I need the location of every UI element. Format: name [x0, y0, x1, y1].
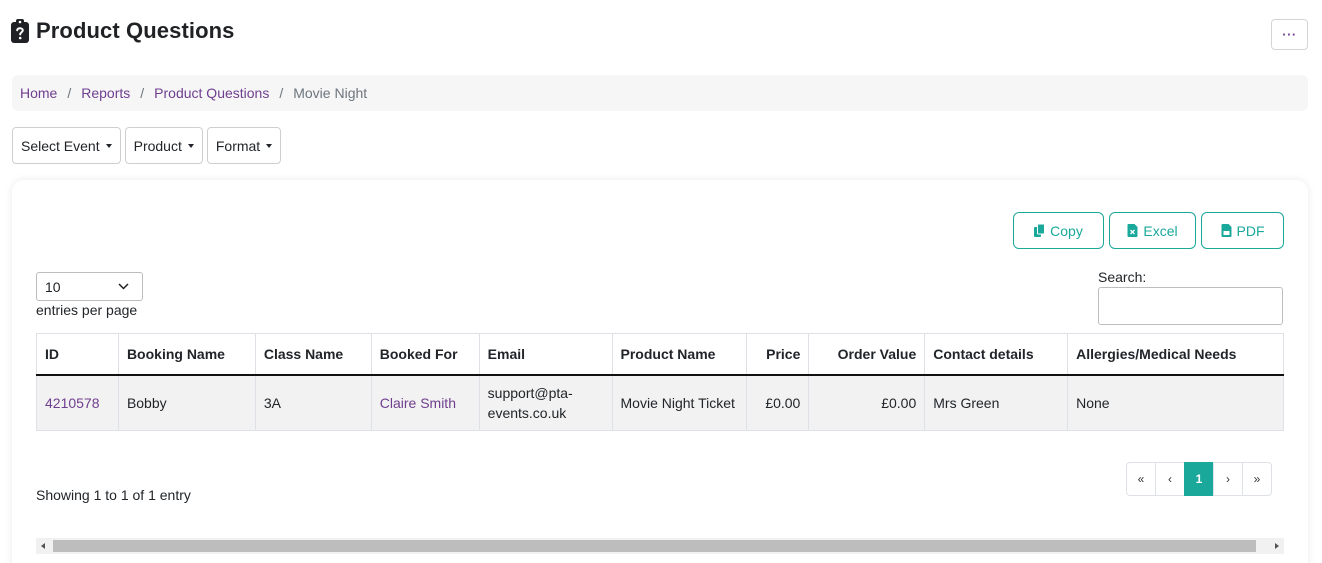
order-id-link[interactable]: 4210578: [45, 395, 100, 411]
triangle-left-icon: [41, 543, 45, 549]
questions-table: ID Booking Name Class Name Booked For Em…: [36, 333, 1284, 431]
column-header-allergies[interactable]: Allergies/Medical Needs: [1067, 333, 1284, 376]
pdf-label: PDF: [1236, 222, 1265, 239]
column-header-product-name[interactable]: Product Name: [611, 333, 748, 376]
caret-down-icon: [105, 143, 112, 148]
entries-per-page-label: entries per page: [36, 302, 138, 318]
previous-page-button[interactable]: ‹: [1155, 462, 1185, 496]
cell-booking-name: Bobby: [117, 374, 256, 431]
cell-order-value: £0.00: [808, 374, 926, 431]
search-label: Search:: [1098, 269, 1147, 285]
clipboard-question-icon: [11, 19, 29, 43]
next-page-button[interactable]: ›: [1213, 462, 1243, 496]
cell-product-name: Movie Night Ticket: [611, 374, 748, 431]
column-header-class-name[interactable]: Class Name: [254, 333, 372, 376]
column-header-contact-details[interactable]: Contact details: [924, 333, 1069, 376]
breadcrumb-separator: /: [279, 85, 284, 101]
dropdown-label: Select Event: [21, 137, 100, 154]
table-header-row: ID Booking Name Class Name Booked For Em…: [36, 333, 1284, 376]
select-event-dropdown[interactable]: Select Event: [12, 127, 121, 164]
cell-contact-details: Mrs Green: [924, 374, 1069, 431]
breadcrumb-home[interactable]: Home: [20, 85, 57, 101]
column-header-price[interactable]: Price: [746, 333, 810, 376]
page-1-button[interactable]: 1: [1184, 462, 1214, 496]
scrollbar-thumb[interactable]: [53, 540, 1256, 552]
format-dropdown[interactable]: Format: [206, 127, 282, 164]
table-info: Showing 1 to 1 of 1 entry: [36, 487, 191, 503]
caret-down-icon: [187, 143, 194, 148]
more-options-button[interactable]: ···: [1271, 19, 1308, 50]
ellipsis-icon: ···: [1282, 27, 1297, 42]
cell-id: 4210578: [36, 374, 119, 431]
pdf-file-icon: [1221, 224, 1231, 237]
breadcrumb-separator: /: [140, 85, 145, 101]
chevron-down-icon: [118, 283, 129, 290]
report-card: Copy Excel PDF 10 entries per page Searc…: [12, 180, 1308, 563]
last-page-button[interactable]: »: [1242, 462, 1272, 496]
cell-booked-for: Claire Smith: [370, 374, 480, 431]
cell-allergies: None: [1067, 374, 1284, 431]
booked-for-link[interactable]: Claire Smith: [380, 395, 456, 411]
breadcrumb-separator: /: [67, 85, 72, 101]
column-header-booking-name[interactable]: Booking Name: [117, 333, 256, 376]
breadcrumb-reports[interactable]: Reports: [81, 85, 130, 101]
pdf-button[interactable]: PDF: [1201, 212, 1284, 249]
dropdown-label: Format: [215, 137, 261, 154]
entries-per-page-value: 10: [45, 278, 61, 295]
breadcrumb-product-questions[interactable]: Product Questions: [154, 85, 269, 101]
excel-button[interactable]: Excel: [1109, 212, 1196, 249]
excel-label: Excel: [1143, 222, 1178, 239]
column-header-id[interactable]: ID: [36, 333, 119, 376]
scroll-right-arrow[interactable]: [1270, 538, 1284, 554]
horizontal-scrollbar[interactable]: [36, 538, 1284, 554]
scroll-left-arrow[interactable]: [36, 538, 50, 554]
triangle-right-icon: [1275, 543, 1279, 549]
first-page-button[interactable]: «: [1126, 462, 1156, 496]
copy-icon: [1034, 224, 1046, 237]
column-header-order-value[interactable]: Order Value: [808, 333, 926, 376]
caret-down-icon: [266, 143, 273, 148]
cell-class-name: 3A: [254, 374, 372, 431]
page-header: Product Questions: [11, 16, 235, 46]
dropdown-label: Product: [133, 137, 182, 154]
breadcrumb-current: Movie Night: [293, 85, 368, 101]
copy-button[interactable]: Copy: [1013, 212, 1104, 249]
search-input[interactable]: [1098, 287, 1283, 325]
entries-per-page-select[interactable]: 10: [36, 272, 143, 301]
pagination: « ‹ 1 › »: [1126, 462, 1272, 496]
cell-price: £0.00: [746, 374, 810, 431]
column-header-email[interactable]: Email: [478, 333, 613, 376]
column-header-booked-for[interactable]: Booked For: [370, 333, 480, 376]
product-dropdown[interactable]: Product: [124, 127, 203, 164]
cell-email: support@pta-events.co.uk: [478, 374, 613, 431]
table-row: 4210578 Bobby 3A Claire Smith support@pt…: [36, 374, 1284, 431]
copy-label: Copy: [1050, 222, 1083, 239]
excel-file-icon: [1127, 224, 1138, 237]
page-title: Product Questions: [36, 18, 235, 43]
breadcrumb: Home / Reports / Product Questions / Mov…: [12, 75, 1308, 111]
filter-bar: Select Event Product Format: [12, 127, 282, 164]
